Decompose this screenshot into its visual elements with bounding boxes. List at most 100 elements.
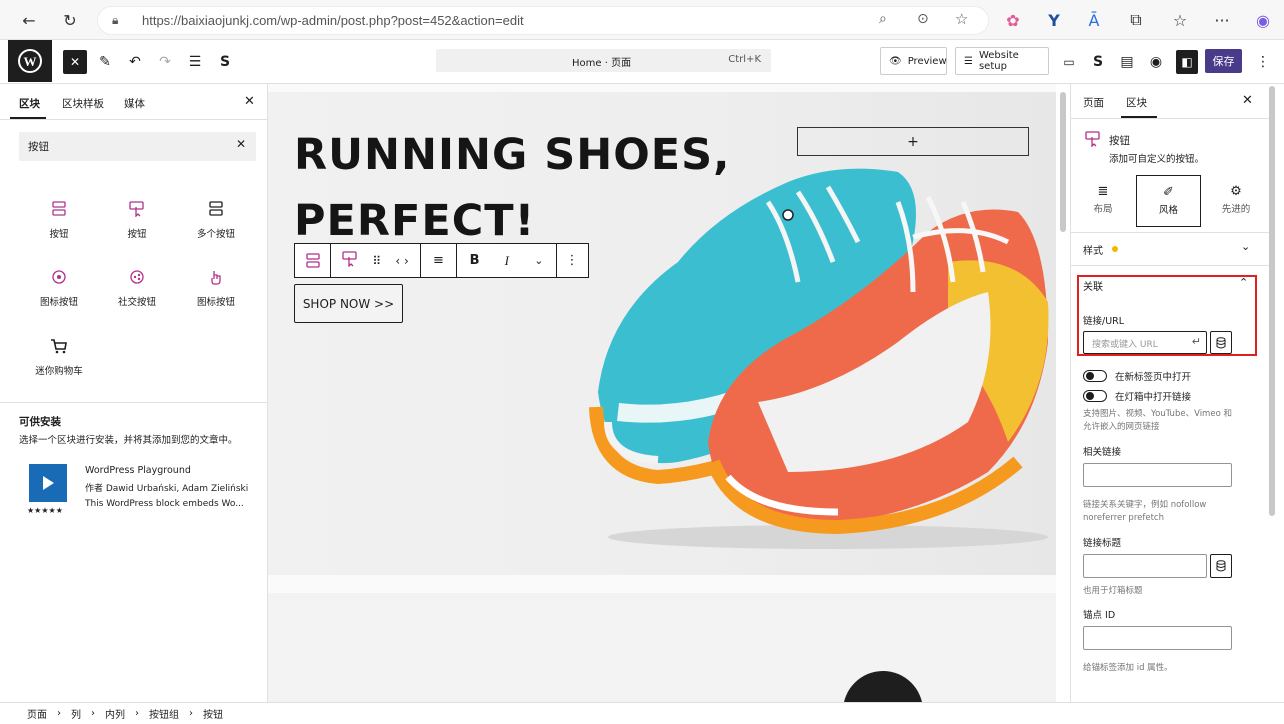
block-social-button[interactable]: 社交按钮 (97, 266, 177, 308)
block-multi-buttons[interactable]: 多个按钮 (176, 198, 256, 240)
parent-block-icon[interactable] (295, 244, 331, 277)
plugin-name: WordPress Playground (85, 465, 191, 476)
breadcrumb-item[interactable]: 按钮 (203, 706, 223, 721)
edit-pencil-icon[interactable]: ✎ (95, 50, 115, 74)
rating-stars: ★★★★★ (27, 506, 63, 515)
hero-heading[interactable]: RUNNING SHOES, PERFECT! (294, 122, 730, 254)
list-view-icon[interactable]: ☰ (185, 50, 205, 74)
editor-canvas[interactable]: RUNNING SHOES, PERFECT! + ⠿ ‹ › ≡ B I ⌄ … (268, 84, 1056, 702)
wordpress-logo-icon[interactable]: W (8, 40, 52, 82)
cart-icon (19, 335, 99, 357)
breadcrumb-item[interactable]: 列 (71, 706, 81, 721)
toggle-knob (1086, 372, 1094, 380)
block-inserter-panel: 区块 区块样板 媒体 ✕ 按钮 ✕ 按钮 按钮 多个按钮 图标按钮 社交按钮 图… (0, 84, 268, 702)
rel-input[interactable] (1083, 463, 1232, 487)
bold-icon[interactable]: B (470, 253, 480, 268)
block-hand-button[interactable]: 图标按钮 (176, 266, 256, 308)
tab-media[interactable]: 媒体 (124, 96, 145, 111)
tab-patterns[interactable]: 区块样板 (62, 96, 104, 111)
block-options-icon[interactable]: ⋮ (557, 244, 587, 277)
document-title-bar[interactable]: Home · 页面 Ctrl+K (436, 49, 771, 72)
back-icon[interactable]: ← (17, 8, 41, 32)
favorites-list-icon[interactable]: ☆ (1168, 8, 1192, 32)
extension-flower-icon[interactable]: ✿ (1001, 8, 1025, 32)
hero-section[interactable]: RUNNING SHOES, PERFECT! + ⠿ ‹ › ≡ B I ⌄ … (268, 92, 1056, 575)
block-buttons[interactable]: 按钮 (19, 198, 99, 240)
block-plugin-icon[interactable]: ◉ (1147, 50, 1165, 74)
clear-search-icon[interactable]: ✕ (236, 137, 246, 151)
divider (0, 119, 267, 120)
more-menu-icon[interactable]: ··· (1210, 8, 1234, 32)
block-button[interactable]: 按钮 (97, 198, 177, 240)
settings-scrollbar[interactable] (1269, 86, 1275, 516)
shop-now-button[interactable]: SHOP NOW >> (294, 284, 403, 323)
tab-style[interactable]: ✐ 风格 (1136, 175, 1201, 227)
copilot-icon[interactable]: ◉ (1251, 8, 1275, 32)
translate-icon[interactable]: Ā (1082, 8, 1106, 32)
tab-advanced[interactable]: ⚙ 先进的 (1211, 184, 1261, 215)
enter-icon[interactable]: ↵ (1192, 335, 1201, 348)
lightbox-toggle[interactable] (1083, 390, 1107, 402)
italic-icon[interactable]: I (505, 253, 509, 269)
block-mini-cart[interactable]: 迷你购物车 (19, 335, 99, 377)
settings-sidebar-icon[interactable]: ◧ (1176, 50, 1198, 74)
block-icon-button[interactable]: 图标按钮 (19, 266, 99, 308)
link-url-input[interactable]: 搜索或键入 URL ↵ (1083, 331, 1207, 354)
plugin-card[interactable]: ★★★★★ WordPress Playground 作者 Dawid Urba… (19, 459, 259, 519)
address-bar[interactable]: 🔒︎ https://baixiaojunkj.com/wp-admin/pos… (97, 6, 989, 35)
dynamic-data-database-icon[interactable] (1210, 331, 1232, 354)
preview-button[interactable]: 👁︎ Preview (880, 47, 947, 75)
reader-icon[interactable]: ⊙ (917, 11, 929, 27)
close-inserter-icon[interactable]: ✕ (63, 50, 87, 74)
tab-layout[interactable]: ≣ 布局 (1083, 184, 1123, 215)
next-section[interactable] (268, 593, 1056, 702)
breadcrumb-item[interactable]: 页面 (27, 706, 47, 721)
anchor-input[interactable] (1083, 626, 1232, 650)
link-title-input[interactable] (1083, 554, 1207, 578)
tab-blocks[interactable]: 区块 (19, 96, 40, 111)
title-dynamic-data-icon[interactable] (1210, 554, 1232, 578)
block-breadcrumb: 页面 › 列 › 内列 › 按钮组 › 按钮 (0, 702, 1284, 724)
favorite-star-icon[interactable]: ☆ (955, 10, 968, 28)
canvas-scrollbar[interactable] (1060, 92, 1066, 232)
align-icon[interactable]: ≡ (421, 244, 457, 277)
breadcrumb-item[interactable]: 按钮组 (149, 706, 179, 721)
plugin-author: 作者 Dawid Urbański, Adam Zieliński (85, 484, 249, 494)
extensions-puzzle-icon[interactable]: ⧉ (1124, 8, 1148, 32)
chevron-up-icon[interactable]: ⌃ (1239, 276, 1248, 289)
move-arrows-icon[interactable]: ‹ › (395, 254, 408, 268)
close-icon[interactable]: ✕ (1242, 93, 1253, 108)
gear-icon: ⚙ (1230, 184, 1242, 199)
document-icon[interactable]: ▤ (1118, 50, 1136, 74)
drag-handle-icon[interactable]: ⠿ (372, 254, 381, 268)
add-block-button[interactable]: + (797, 127, 1029, 156)
undo-icon[interactable]: ↶ (125, 50, 145, 74)
tab-layout-label: 布局 (1093, 204, 1113, 215)
more-formats-chevron-icon[interactable]: ⌄ (534, 254, 543, 267)
stackable-settings-icon[interactable]: S (1089, 50, 1107, 74)
stackable-icon[interactable]: S (215, 50, 235, 74)
breadcrumb-item[interactable]: 内列 (105, 706, 125, 721)
button-block-icon[interactable] (342, 251, 358, 270)
anchor-label: 锚点 ID (1083, 610, 1116, 621)
hand-button-icon (176, 266, 256, 288)
eye-icon: 👁︎ (889, 55, 902, 67)
refresh-icon[interactable]: ↻ (58, 8, 82, 32)
block-search-input[interactable]: 按钮 ✕ (19, 132, 256, 161)
styles-section-toggle[interactable]: 样式 ⌄ (1071, 236, 1259, 262)
zoom-icon[interactable]: ⌕ (879, 11, 887, 27)
redo-icon[interactable]: ↷ (155, 50, 175, 74)
options-menu-icon[interactable]: ⋮ (1255, 50, 1271, 74)
tab-block[interactable]: 区块 (1126, 95, 1147, 110)
save-button[interactable]: 保存 (1205, 49, 1242, 73)
new-tab-toggle[interactable] (1083, 370, 1107, 382)
chevron-right-icon: › (135, 708, 139, 719)
device-preview-icon[interactable]: ▭ (1060, 50, 1078, 74)
extension-y-icon[interactable]: Y (1042, 8, 1066, 32)
play-icon (29, 464, 67, 502)
close-icon[interactable]: ✕ (244, 94, 255, 109)
tab-page[interactable]: 页面 (1083, 95, 1104, 110)
website-setup-button[interactable]: ☰ Website setup (955, 47, 1049, 75)
editor-toolbar: W ✕ ✎ ↶ ↷ ☰ S Home · 页面 Ctrl+K 👁︎ Previe… (0, 40, 1284, 84)
link-section-title[interactable]: 关联 (1083, 278, 1103, 293)
